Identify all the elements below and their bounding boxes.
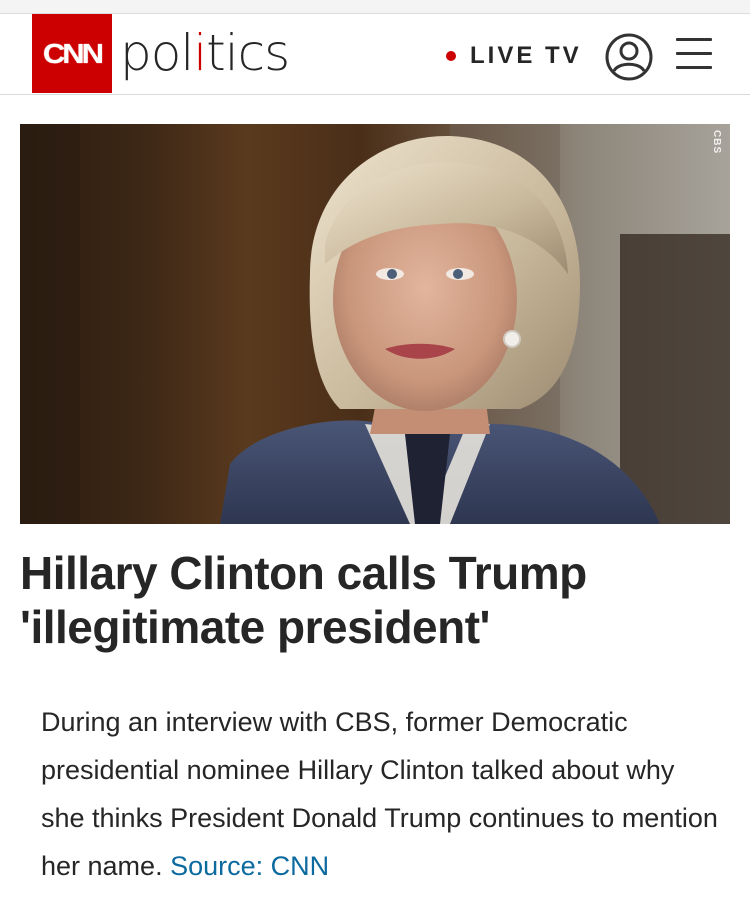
live-indicator-dot (446, 51, 456, 61)
section-title-accent: i (193, 24, 207, 82)
section-title-part-1: pol (120, 24, 194, 82)
source-link[interactable]: Source: CNN (170, 851, 329, 881)
site-header: CNN politics LIVE TV (0, 14, 750, 95)
hamburger-menu-button[interactable] (676, 36, 712, 72)
hamburger-menu-icon (676, 38, 712, 41)
article-summary-text: During an interview with CBS, former Dem… (41, 707, 718, 881)
section-title-part-2: tics (206, 24, 290, 82)
live-tv-link[interactable]: LIVE TV (470, 42, 582, 70)
hamburger-line (676, 66, 712, 69)
user-circle-icon (605, 33, 653, 81)
cnn-logo[interactable]: CNN (32, 14, 112, 93)
top-status-strip (0, 0, 750, 14)
hero-photo-illustration (20, 124, 730, 524)
article-headline[interactable]: Hillary Clinton calls Trump 'illegitimat… (20, 546, 730, 654)
user-account-button[interactable] (604, 32, 654, 82)
article-hero-image[interactable]: CBS (20, 124, 730, 524)
cnn-logo-text: CNN (42, 37, 104, 69)
article-summary: During an interview with CBS, former Dem… (41, 698, 721, 890)
hamburger-line (676, 52, 712, 55)
photo-watermark: CBS (711, 130, 722, 155)
section-title-politics[interactable]: politics (120, 23, 290, 83)
